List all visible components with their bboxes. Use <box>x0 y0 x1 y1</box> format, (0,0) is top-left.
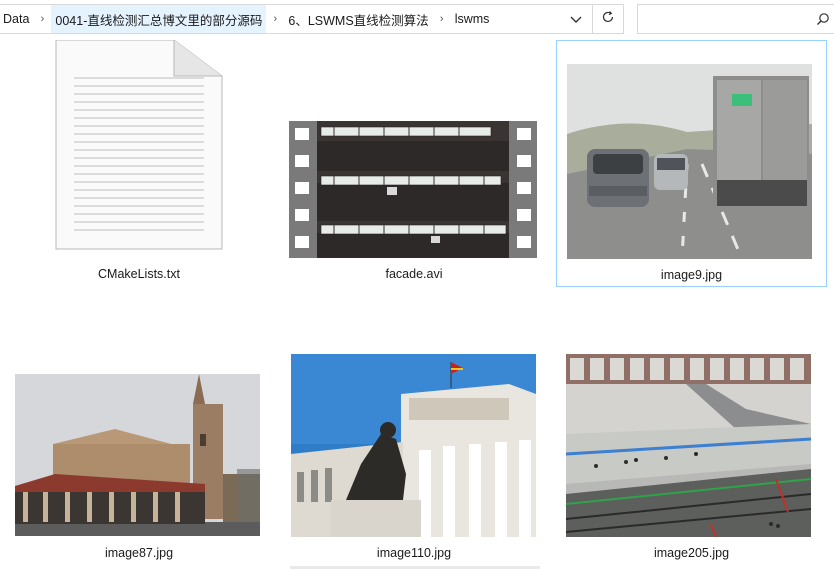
file-name: facade.avi <box>385 267 443 281</box>
file-name: CMakeLists.txt <box>98 267 180 281</box>
image-thumbnail <box>291 354 536 537</box>
refresh-icon <box>601 10 615 29</box>
file-item[interactable]: image87.jpg <box>14 330 264 566</box>
file-item[interactable]: image9.jpg <box>556 40 827 287</box>
breadcrumb-separator[interactable]: › <box>433 13 451 25</box>
refresh-button[interactable] <box>592 4 624 34</box>
chevron-down-icon[interactable] <box>569 11 583 27</box>
breadcrumb-lswms[interactable]: lswms <box>451 5 494 33</box>
address-toolbar: Data › 0041-直线检测汇总博文里的部分源码 › 6、LSWMS直线检测… <box>0 0 834 40</box>
file-name: image87.jpg <box>104 546 174 560</box>
breadcrumb-separator[interactable]: › <box>33 13 51 25</box>
file-item[interactable]: image205.jpg <box>556 330 827 566</box>
image-thumbnail <box>15 374 260 536</box>
breadcrumb-data[interactable]: Data <box>0 5 33 33</box>
file-item[interactable]: facade.avi <box>284 40 544 288</box>
address-bar[interactable]: Data › 0041-直线检测汇总博文里的部分源码 › 6、LSWMS直线检测… <box>0 4 624 34</box>
image-thumbnail <box>566 354 811 537</box>
breadcrumb-lswms-algorithm-folder[interactable]: 6、LSWMS直线检测算法 <box>284 5 432 33</box>
file-name: image205.jpg <box>653 546 730 560</box>
breadcrumb-separator[interactable]: › <box>266 13 284 25</box>
file-item[interactable]: image110.jpg <box>284 330 544 566</box>
search-input[interactable] <box>638 5 820 33</box>
file-name: image110.jpg <box>376 546 452 560</box>
text-file-icon <box>54 40 224 252</box>
file-item[interactable]: CMakeLists.txt <box>14 40 264 288</box>
search-box[interactable] <box>637 4 834 34</box>
video-file-icon <box>289 121 537 258</box>
breadcrumb-0041-folder[interactable]: 0041-直线检测汇总博文里的部分源码 <box>51 5 267 33</box>
search-icon[interactable] <box>816 12 830 26</box>
image-thumbnail <box>567 64 812 259</box>
file-name: image9.jpg <box>660 268 723 282</box>
